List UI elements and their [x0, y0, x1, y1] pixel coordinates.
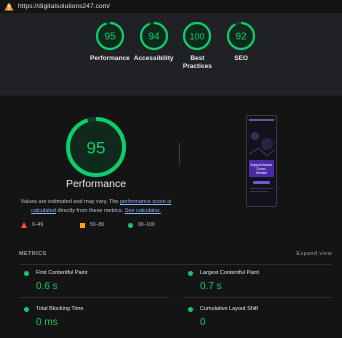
orange-square-icon [80, 222, 85, 228]
note-text: Values are estimated and may vary. The [20, 199, 120, 205]
gauge-score: 100 [190, 32, 205, 42]
gauge-score: 92 [236, 32, 248, 43]
gauge-label: Accessibility [133, 55, 174, 62]
metric-value: 0 [200, 317, 206, 328]
metrics-row-divider [183, 297, 332, 298]
gauge-label: Performance [90, 55, 130, 62]
legend-pass-label: 90–100 [138, 222, 155, 228]
expand-view-button[interactable]: Expand view [296, 251, 332, 257]
metric-largest-contentful-paint: Largest Contentful Paint 0.7 s [188, 270, 259, 292]
gauge-ring: 95 [95, 21, 124, 51]
gauge-ring: 92 [227, 21, 256, 51]
summary-gauges: 95 Performance 94 Accessibility 100 Best… [88, 21, 263, 91]
legend-fail: 0–49 [21, 222, 43, 228]
performance-gauge: 95 [66, 117, 126, 177]
pass-dot-icon [24, 270, 29, 276]
metric-value: 0.6 s [36, 281, 58, 292]
metric-value: 0 ms [36, 317, 58, 328]
metric-name: Total Blocking Time [36, 306, 84, 312]
calculator-link[interactable]: See calculator. [125, 208, 161, 214]
metrics-title: METRICS [19, 251, 47, 257]
performance-score: 95 [87, 139, 106, 158]
gauge-best-practices[interactable]: 100 Best Practices [176, 21, 220, 91]
pass-dot-icon [188, 306, 193, 312]
performance-panel: 95 Performance Values are estimated and … [0, 96, 342, 338]
divider [0, 91, 342, 92]
top-bar: https://digitalsolutions247.com/ [0, 0, 342, 13]
red-triangle-icon [21, 222, 27, 228]
pass-dot-icon [24, 306, 29, 312]
gauge-performance[interactable]: 95 Performance [88, 21, 132, 91]
metric-first-contentful-paint: First Contentful Paint 0.6 s [24, 270, 87, 292]
gauge-seo[interactable]: 92 SEO [219, 21, 263, 91]
gauge-label: SEO [234, 55, 248, 62]
legend-pass: 90–100 [128, 222, 155, 228]
score-note: Values are estimated and may vary. The p… [20, 198, 172, 216]
legend-average-label: 50–89 [90, 222, 104, 228]
metric-value: 0.7 s [200, 281, 222, 292]
page-screenshot-thumbnail[interactable]: Support Award Como Service [246, 115, 277, 207]
note-text-mid: directly from these metrics. [55, 208, 125, 214]
gauge-score: 94 [148, 32, 160, 43]
gauge-accessibility[interactable]: 94 Accessibility [132, 21, 176, 91]
metric-total-blocking-time: Total Blocking Time 0 ms [24, 306, 83, 328]
gauge-ring: 94 [139, 21, 168, 51]
legend-average: 50–89 [80, 222, 104, 228]
vertical-divider [179, 143, 180, 165]
metrics-row-divider [19, 297, 169, 298]
gauge-label: Best Practices [182, 55, 212, 70]
screenshot-image: Support Award Como Service [247, 116, 276, 206]
lighthouse-logo-icon [4, 2, 14, 11]
gauge-score: 95 [104, 32, 116, 43]
metric-name: Largest Contentful Paint [200, 270, 260, 276]
page-url[interactable]: https://digitalsolutions247.com/ [18, 3, 110, 10]
green-circle-icon [128, 222, 133, 228]
metric-name: Cumulative Layout Shift [200, 306, 259, 312]
legend-fail-label: 0–49 [32, 222, 44, 228]
metric-cumulative-layout-shift: Cumulative Layout Shift 0 [188, 306, 258, 328]
metric-name: First Contentful Paint [36, 270, 88, 276]
pass-dot-icon [188, 270, 193, 276]
metrics-divider [19, 264, 332, 265]
gauge-ring: 100 [183, 21, 212, 51]
metrics-header: METRICS Expand view [19, 251, 332, 257]
performance-title: Performance [65, 178, 127, 190]
